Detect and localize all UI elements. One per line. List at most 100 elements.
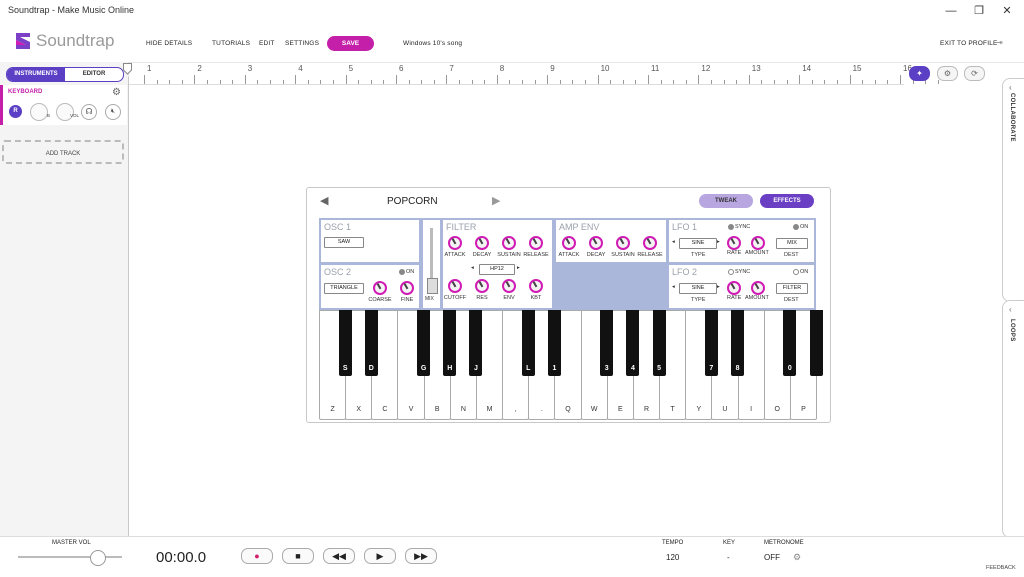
piano-black-key[interactable]: 7 (704, 310, 718, 376)
piano-black-key[interactable]: H (443, 310, 457, 376)
cutoff-knob[interactable] (448, 279, 462, 293)
close-button[interactable]: ✕ (990, 0, 1024, 22)
lfo2-amount-knob[interactable] (751, 281, 765, 295)
lfo2-type-prev-icon[interactable]: ◂ (672, 284, 675, 290)
headphones-solo-icon[interactable]: ☊ (81, 104, 97, 120)
filter-attack-knob[interactable] (448, 236, 462, 250)
piano-black-key[interactable]: L (521, 310, 535, 376)
lfo2-on-led[interactable] (793, 269, 799, 275)
piano-black-key[interactable]: 5 (652, 310, 666, 376)
key-value[interactable]: - (727, 553, 730, 562)
lfo2-type-select[interactable]: SINE (679, 283, 717, 294)
lfo2-type-next-icon[interactable]: ▸ (717, 284, 720, 290)
amp-attack-knob[interactable] (562, 236, 576, 250)
exit-icon[interactable]: ⇥ (996, 38, 1003, 47)
amp-release-knob[interactable] (643, 236, 657, 250)
kbt-knob[interactable] (529, 279, 543, 293)
piano-black-key[interactable]: D (364, 310, 378, 376)
edit-menu[interactable]: EDIT (259, 40, 275, 47)
settings-menu[interactable]: SETTINGS (285, 40, 319, 47)
filter-release-knob[interactable] (529, 236, 543, 250)
effects-button[interactable]: EFFECTS (760, 194, 814, 208)
coarse-knob[interactable] (373, 281, 387, 295)
filter-sustain-knob[interactable] (502, 236, 516, 250)
timeline-ruler[interactable]: 1 2 3 4 5 6 7 8 9 10 11 12 13 14 15 16 (128, 62, 939, 85)
lfo1-type-select[interactable]: SINE (679, 238, 717, 249)
filter-decay-knob[interactable] (475, 236, 489, 250)
lfo2-rate-knob[interactable] (727, 281, 741, 295)
volume-knob[interactable] (56, 103, 74, 121)
lfo2-sync-led[interactable] (728, 269, 734, 275)
prev-preset-icon[interactable]: ◀ (320, 194, 328, 207)
lfo1-amount-knob[interactable] (751, 236, 765, 250)
filter-type-select[interactable]: HP12 (479, 264, 515, 275)
lfo2-dest-select[interactable]: FILTER (776, 283, 808, 294)
piano-black-key[interactable]: 0 (783, 310, 797, 376)
osc1-wave-select[interactable]: SAW (324, 237, 364, 248)
key-label: V (408, 406, 414, 413)
loop-icon[interactable]: ⟳ (964, 66, 985, 81)
collaborate-panel-tab[interactable]: ‹ COLLABORATE (1002, 78, 1024, 302)
master-vol-slider[interactable] (18, 556, 122, 558)
magic-wand-icon[interactable]: ✦ (909, 66, 930, 81)
amp-decay-knob[interactable] (589, 236, 603, 250)
stop-button[interactable]: ■ (282, 548, 314, 564)
ruler-number: 6 (399, 64, 404, 73)
add-track-button[interactable]: ADD TRACK (2, 140, 124, 164)
gear-icon[interactable]: ⚙ (112, 87, 121, 98)
metronome-value[interactable]: OFF (764, 553, 780, 562)
piano-black-key[interactable]: G (417, 310, 431, 376)
lfo1-sync-led[interactable] (728, 224, 734, 230)
rewind-button[interactable]: ◀◀ (323, 548, 355, 564)
mute-speaker-icon[interactable]: 🔇︎ (105, 104, 121, 120)
piano-black-key[interactable]: S (338, 310, 352, 376)
lfo1-rate-knob[interactable] (727, 236, 741, 250)
filter-type-prev-icon[interactable]: ◂ (471, 265, 474, 271)
feedback-link[interactable]: FEEDBACK (986, 565, 1016, 571)
exit-to-profile-link[interactable]: EXIT TO PROFILE (940, 40, 998, 47)
piano-black-key[interactable] (809, 310, 823, 376)
tab-instruments[interactable]: INSTRUMENTS (7, 68, 65, 81)
pan-label: B (47, 113, 51, 118)
tutorials-link[interactable]: TUTORIALS (212, 40, 250, 47)
record-arm-button[interactable]: R (9, 105, 22, 118)
play-button[interactable]: ▶ (364, 548, 396, 564)
res-knob[interactable] (475, 279, 489, 293)
song-name[interactable]: Windows 10's song (403, 40, 462, 47)
hide-details-link[interactable]: HIDE DETAILS (146, 40, 192, 47)
master-vol-handle[interactable] (90, 550, 106, 566)
osc2-wave-select[interactable]: TRIANGLE (324, 283, 364, 294)
ruler-tick (648, 75, 649, 84)
tweak-button[interactable]: TWEAK (699, 194, 753, 208)
next-preset-icon[interactable]: ▶ (492, 194, 500, 207)
filter-type-next-icon[interactable]: ▸ (517, 265, 520, 271)
lfo1-type-next-icon[interactable]: ▸ (717, 239, 720, 245)
lfo1-type-prev-icon[interactable]: ◂ (672, 239, 675, 245)
soundtrap-logo-icon[interactable] (14, 31, 32, 51)
key-label: 8 (735, 365, 740, 372)
env-knob[interactable] (502, 279, 516, 293)
lfo1-dest-select[interactable]: MIX (776, 238, 808, 249)
pan-knob[interactable] (30, 103, 48, 121)
osc2-on-led[interactable] (399, 269, 405, 275)
piano-black-key[interactable]: 8 (731, 310, 745, 376)
settings-gear-icon[interactable]: ⚙ (937, 66, 958, 81)
fast-forward-button[interactable]: ▶▶ (405, 548, 437, 564)
fine-knob[interactable] (400, 281, 414, 295)
lfo1-on-led[interactable] (793, 224, 799, 230)
amp-sustain-knob[interactable] (616, 236, 630, 250)
mix-slider-handle[interactable] (427, 278, 438, 294)
record-button[interactable]: ● (241, 548, 273, 564)
tab-editor[interactable]: EDITOR (65, 68, 123, 81)
piano-black-key[interactable]: 3 (600, 310, 614, 376)
loops-panel-tab[interactable]: ‹ LOOPS (1002, 300, 1024, 538)
preset-name[interactable]: POPCORN (387, 196, 438, 207)
piano-black-key[interactable]: 1 (547, 310, 561, 376)
piano-black-key[interactable]: 4 (626, 310, 640, 376)
tempo-value[interactable]: 120 (666, 553, 679, 562)
track-keyboard[interactable]: KEYBOARD ⚙ R B VOL ☊ 🔇︎ (0, 85, 127, 125)
playhead-marker-icon[interactable] (123, 62, 132, 75)
metronome-gear-icon[interactable]: ⚙ (793, 552, 801, 563)
save-button[interactable]: SAVE (327, 36, 374, 51)
piano-black-key[interactable]: J (469, 310, 483, 376)
